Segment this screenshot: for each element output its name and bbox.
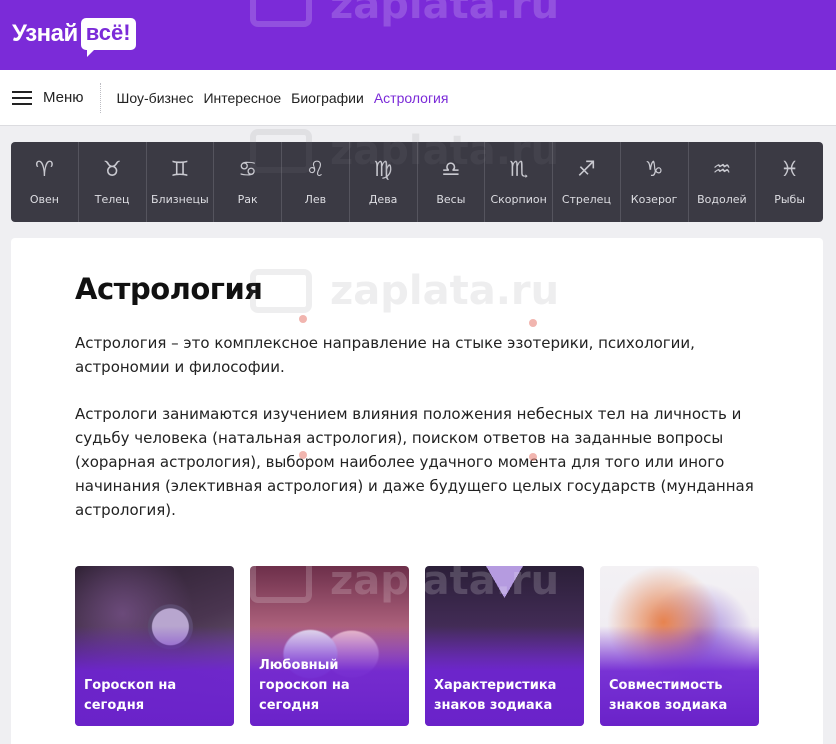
watermark-dot	[299, 315, 307, 323]
card-title: Гороскоп на сегодня	[84, 678, 177, 713]
logo-word: Узнай	[12, 20, 78, 47]
aquarius-icon: ♒	[712, 156, 732, 181]
zodiac-item[interactable]: ♎ Весы	[418, 142, 486, 222]
content-card: Астрология Астрология – это комплексное …	[11, 238, 823, 744]
zodiac-item[interactable]: ♌ Лев	[282, 142, 350, 222]
hamburger-icon	[12, 90, 32, 105]
pisces-icon: ♓	[780, 156, 800, 181]
watermark-text: zaplata.ru	[330, 0, 560, 28]
zodiac-strip: ♈ Овен ♉ Телец ♊ Близнецы ♋ Рак ♌ Лев ♍ Дева ♎ Весы ♏ С…	[11, 142, 823, 222]
zodiac-name: Скорпион	[490, 192, 547, 206]
nav-link[interactable]: Биографии	[291, 90, 364, 106]
zodiac-item[interactable]: ♋ Рак	[214, 142, 282, 222]
zodiac-item[interactable]: ♈ Овен	[11, 142, 79, 222]
card-title: Любовный гороскоп на сегодня	[259, 658, 350, 713]
card-zodiac-characteristics[interactable]: Характеристика знаков зодиака	[425, 566, 584, 726]
scorpio-icon: ♏	[509, 156, 529, 181]
menu-label: Меню	[43, 89, 84, 106]
zodiac-item[interactable]: ♍ Дева	[350, 142, 418, 222]
capricorn-icon: ♑	[644, 156, 664, 181]
zodiac-name: Рыбы	[774, 192, 806, 206]
nav-link[interactable]: Шоу-бизнес	[117, 90, 194, 106]
card-zodiac-compatibility[interactable]: Совместимость знаков зодиака	[600, 566, 759, 726]
intro-paragraph-2: Астрологи занимаются изучением влияния п…	[75, 405, 754, 519]
chat-icon	[250, 0, 312, 27]
zodiac-name: Близнецы	[151, 192, 209, 206]
zodiac-name: Дева	[368, 192, 398, 206]
nav-link[interactable]: Астрология	[374, 90, 449, 106]
nav-bar: Меню Шоу-бизнес Интересное Биографии Астрол…	[0, 70, 836, 126]
card-title: Характеристика знаков зодиака	[434, 678, 557, 713]
leo-icon: ♌	[305, 156, 325, 181]
zodiac-name: Овен	[29, 192, 59, 206]
taurus-icon: ♉	[102, 156, 122, 181]
header-watermark: zaplata.ru	[250, 0, 559, 28]
card-horoscope-today[interactable]: Гороскоп на сегодня	[75, 566, 234, 726]
zodiac-name: Водолей	[697, 192, 747, 206]
intro-paragraph-1: Астрология – это комплексное направление…	[75, 334, 695, 376]
zodiac-item[interactable]: ♉ Телец	[79, 142, 147, 222]
watermark-dot	[299, 451, 307, 459]
virgo-icon: ♍	[373, 156, 393, 181]
page-title: Астрология	[75, 272, 263, 306]
watermark-dot	[529, 319, 537, 327]
aries-icon: ♈	[34, 156, 54, 181]
zodiac-item[interactable]: ♒ Водолей	[689, 142, 757, 222]
site-header: Узнай всё! zaplata.ru	[0, 0, 836, 70]
zodiac-name: Рак	[237, 192, 258, 206]
zodiac-item[interactable]: ♑ Козерог	[621, 142, 689, 222]
zodiac-item[interactable]: ♏ Скорпион	[485, 142, 553, 222]
zodiac-item[interactable]: ♐ Стрелец	[553, 142, 621, 222]
libra-icon: ♎	[441, 156, 461, 181]
watermark-dot	[529, 453, 537, 461]
zodiac-name: Весы	[436, 192, 466, 206]
zodiac-name: Телец	[94, 192, 130, 206]
zodiac-name: Стрелец	[561, 192, 611, 206]
nav-link[interactable]: Интересное	[203, 90, 281, 106]
nav-links: Шоу-бизнес Интересное Биографии Астрология	[117, 90, 449, 106]
zodiac-name: Козерог	[630, 192, 678, 206]
logo-badge: всё!	[80, 18, 136, 58]
menu-button[interactable]: Меню	[12, 82, 101, 113]
cancer-icon: ♋	[238, 156, 258, 181]
sagittarius-icon: ♐	[576, 156, 596, 181]
gemini-icon: ♊	[170, 156, 190, 181]
zodiac-item[interactable]: ♓ Рыбы	[756, 142, 823, 222]
card-title: Совместимость знаков зодиака	[609, 678, 728, 713]
zodiac-item[interactable]: ♊ Близнецы	[147, 142, 215, 222]
article-cards: Гороскоп на сегодня Любовный гороскоп на…	[75, 566, 759, 726]
zodiac-name: Лев	[304, 192, 327, 206]
site-logo[interactable]: Узнай всё!	[12, 12, 136, 58]
card-love-horoscope[interactable]: Любовный гороскоп на сегодня	[250, 566, 409, 726]
